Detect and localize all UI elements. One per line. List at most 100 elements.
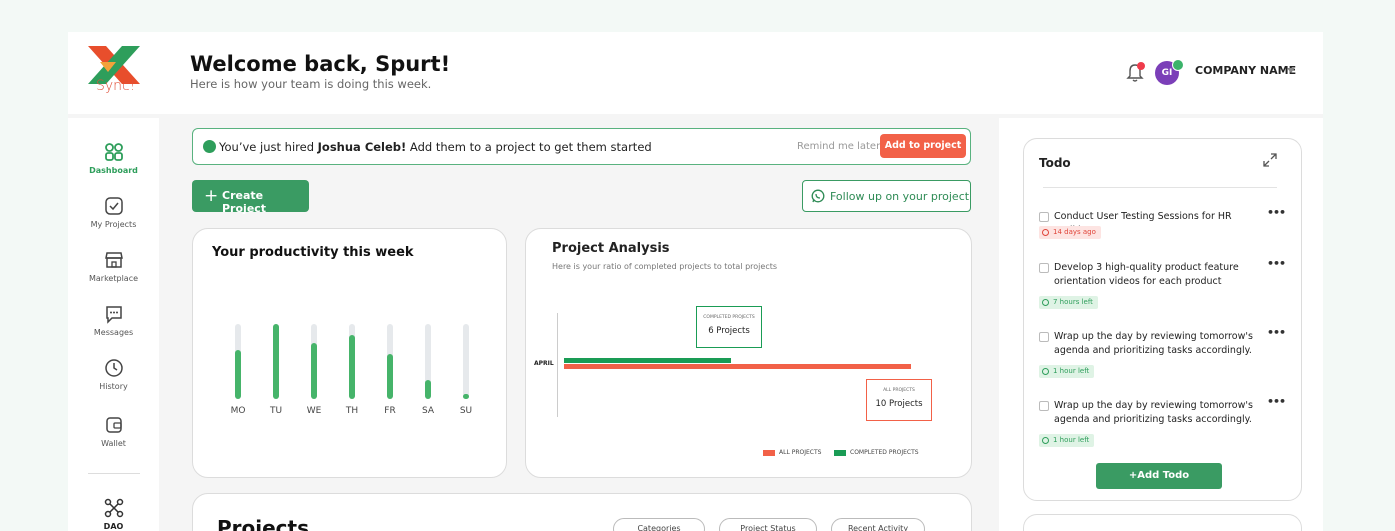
add-todo-button[interactable]: +Add Todo: [1096, 463, 1222, 489]
expand-icon[interactable]: [1263, 153, 1277, 167]
logo: Sync!: [86, 44, 142, 96]
clock-icon: [1042, 229, 1049, 236]
tooltip-value: 10 Projects: [875, 399, 923, 409]
productivity-bar-track: [463, 324, 469, 399]
hired-name: Joshua Celeb!: [317, 140, 407, 154]
clock-icon: [104, 359, 123, 377]
projects-title: Projects: [217, 516, 310, 531]
chevron-down-icon[interactable]: [1287, 68, 1295, 73]
productivity-card: Your productivity this week MO TU WE TH FR SA…: [192, 228, 507, 478]
projects-card: Projects Categories Project Status Recen…: [192, 493, 972, 531]
wallet-icon: [105, 417, 122, 433]
check-square-icon: [104, 197, 123, 215]
productivity-bar-track: [425, 324, 431, 399]
all-projects-bar: [564, 364, 911, 369]
day-label: WE: [306, 406, 322, 416]
sidebar-item-history[interactable]: History: [68, 358, 159, 391]
day-label: SU: [459, 406, 473, 416]
todo-checkbox[interactable]: [1039, 332, 1049, 342]
categories-filter[interactable]: Categories: [613, 518, 705, 531]
sidebar-item-label: History: [99, 382, 128, 391]
productivity-bar: [349, 335, 355, 399]
message-icon: [105, 306, 122, 324]
remind-later-link[interactable]: Remind me later: [797, 141, 880, 152]
sidebar-item-label: My Projects: [90, 220, 137, 229]
legend-swatch: [763, 449, 775, 456]
store-icon: [104, 252, 123, 268]
clock-icon: [1042, 299, 1049, 306]
productivity-bar-track: [235, 324, 241, 399]
todo-due-badge: 1 hour left: [1039, 434, 1095, 447]
productivity-bar-track: [349, 324, 355, 399]
legend-all-projects: ALL PROJECTS: [763, 449, 821, 456]
dashboard-icon: [104, 143, 123, 161]
recent-activity-filter[interactable]: Recent Activity: [831, 518, 925, 531]
todo-due-text: 1 hour left: [1053, 436, 1090, 444]
network-icon: [104, 498, 123, 518]
legend-swatch: [834, 449, 846, 456]
whatsapp-icon: [811, 189, 825, 203]
notice-text-start: You’ve just hired: [219, 140, 318, 154]
todo-text: Wrap up the day by reviewing tomorrow's …: [1054, 400, 1253, 425]
project-analysis-card: Project Analysis Here is your ratio of c…: [525, 228, 972, 478]
todo-due-badge: 1 hour left: [1039, 365, 1095, 378]
sidebar-item-wallet[interactable]: Wallet: [68, 415, 159, 448]
sidebar-item-label: Wallet: [101, 439, 126, 448]
productivity-bar: [311, 343, 317, 399]
productivity-bar-track: [311, 324, 317, 399]
productivity-bar-track: [273, 324, 279, 399]
todo-checkbox[interactable]: [1039, 212, 1049, 222]
sidebar-item-label: Marketplace: [88, 274, 139, 283]
create-project-button[interactable]: + Create Project: [192, 180, 309, 215]
project-status-filter[interactable]: Project Status: [719, 518, 817, 531]
sidebar-item-dashboard[interactable]: Dashboard: [68, 142, 159, 175]
todo-due-text: 14 days ago: [1053, 228, 1096, 236]
tooltip-caption: COMPLETED PROJECTS: [703, 315, 755, 320]
category-label: APRIL: [534, 360, 554, 367]
productivity-bar: [273, 324, 279, 399]
todo-due-badge: 14 days ago: [1039, 226, 1101, 239]
follow-up-button[interactable]: Follow up on your project: [802, 180, 971, 212]
productivity-bar-track: [387, 324, 393, 399]
tooltip-caption: ALL PROJECTS: [883, 388, 915, 393]
bell-badge-icon: [203, 140, 216, 153]
add-to-project-button[interactable]: Add to project: [880, 134, 966, 158]
top-bar: Sync! Welcome back, Spurt! Here is how y…: [68, 32, 1323, 114]
app-window: Sync! Welcome back, Spurt! Here is how y…: [68, 32, 1323, 531]
sidebar-item-dao[interactable]: DAO: [68, 498, 159, 531]
legend-completed-projects: COMPLETED PROJECTS: [834, 449, 919, 456]
more-options-icon[interactable]: •••: [1267, 206, 1286, 219]
todo-checkbox[interactable]: [1039, 263, 1049, 273]
more-options-icon[interactable]: •••: [1267, 257, 1286, 270]
productivity-bar: [463, 394, 469, 399]
all-projects-tooltip: ALL PROJECTS 10 Projects: [866, 379, 932, 421]
sidebar: Dashboard My Projects Marketplace Messag…: [68, 118, 159, 531]
day-label: FR: [384, 406, 396, 416]
tooltip-value: 6 Projects: [708, 326, 750, 336]
verified-check-icon: [1172, 59, 1184, 71]
day-label: TH: [345, 406, 359, 416]
todo-text: Develop 3 high-quality product feature o…: [1054, 262, 1239, 287]
more-options-icon[interactable]: •••: [1267, 326, 1286, 339]
page-subtitle: Here is how your team is doing this week…: [190, 77, 432, 91]
secondary-card: [1023, 514, 1302, 531]
todo-checkbox[interactable]: [1039, 401, 1049, 411]
sidebar-item-label: Messages: [93, 328, 134, 337]
sidebar-item-messages[interactable]: Messages: [68, 304, 159, 337]
day-label: SA: [421, 406, 435, 416]
completed-projects-tooltip: COMPLETED PROJECTS 6 Projects: [696, 306, 762, 348]
notification-dot: [1137, 62, 1145, 70]
sidebar-item-marketplace[interactable]: Marketplace: [68, 250, 159, 283]
sidebar-item-my-projects[interactable]: My Projects: [68, 196, 159, 229]
sidebar-item-label: Dashboard: [89, 166, 138, 175]
company-name[interactable]: COMPANY NAME: [1195, 64, 1296, 77]
create-project-label: Create Project: [222, 189, 267, 215]
todo-text: Wrap up the day by reviewing tomorrow's …: [1054, 331, 1253, 356]
todo-due-text: 1 hour left: [1053, 367, 1090, 375]
todo-card: Todo Conduct User Testing Sessions for H…: [1023, 138, 1302, 501]
more-options-icon[interactable]: •••: [1267, 395, 1286, 408]
clock-icon: [1042, 368, 1049, 375]
productivity-title: Your productivity this week: [212, 245, 414, 260]
day-label: MO: [230, 406, 246, 416]
todo-title: Todo: [1039, 156, 1071, 170]
